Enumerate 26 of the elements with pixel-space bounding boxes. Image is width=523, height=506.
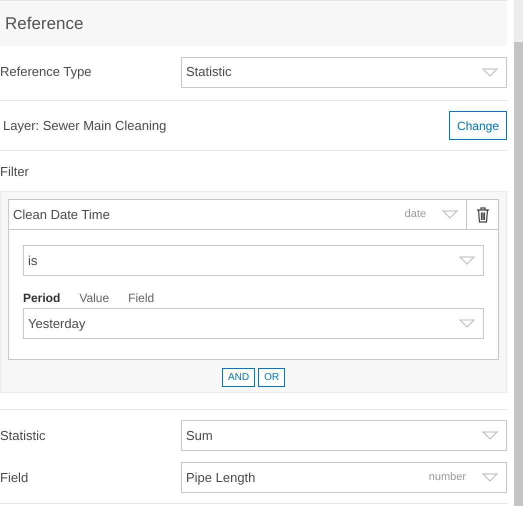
- dropdown-caret-icon: [482, 431, 498, 440]
- dropdown-caret-icon: [459, 319, 475, 328]
- value-tab[interactable]: Field: [128, 291, 154, 305]
- scrollbar-thumb[interactable]: [514, 42, 523, 506]
- dropdown-caret-icon: [482, 473, 498, 482]
- delete-icon[interactable]: [467, 199, 499, 230]
- filter-field-dropdown[interactable]: Clean Date Time date: [8, 199, 467, 230]
- filter-label: Filter: [0, 164, 29, 179]
- logic-button[interactable]: AND: [222, 368, 256, 387]
- field-label: Reference Type: [0, 63, 93, 82]
- dropdown-caret-icon: [459, 256, 475, 265]
- layer-label: Layer: Sewer Main Cleaning: [3, 116, 166, 135]
- field-dropdown[interactable]: Pipe Length number: [181, 462, 507, 493]
- operator-dropdown[interactable]: is: [23, 245, 484, 276]
- aggregation-dropdown[interactable]: Sum: [181, 420, 507, 451]
- change-button[interactable]: Change: [448, 111, 507, 140]
- dropdown-caret-icon: [442, 210, 458, 219]
- section-header: Reference: [0, 0, 507, 46]
- dropdown-caret-icon: [482, 68, 498, 76]
- reference-type-dropdown[interactable]: Statistic: [181, 56, 507, 88]
- logic-button[interactable]: OR: [258, 368, 286, 387]
- value-tab[interactable]: Period: [23, 291, 60, 305]
- field-label: Statistic: [0, 426, 47, 445]
- field-label: Field: [0, 468, 30, 487]
- value-tab[interactable]: Value: [79, 291, 110, 305]
- period-dropdown[interactable]: Yesterday: [23, 308, 484, 339]
